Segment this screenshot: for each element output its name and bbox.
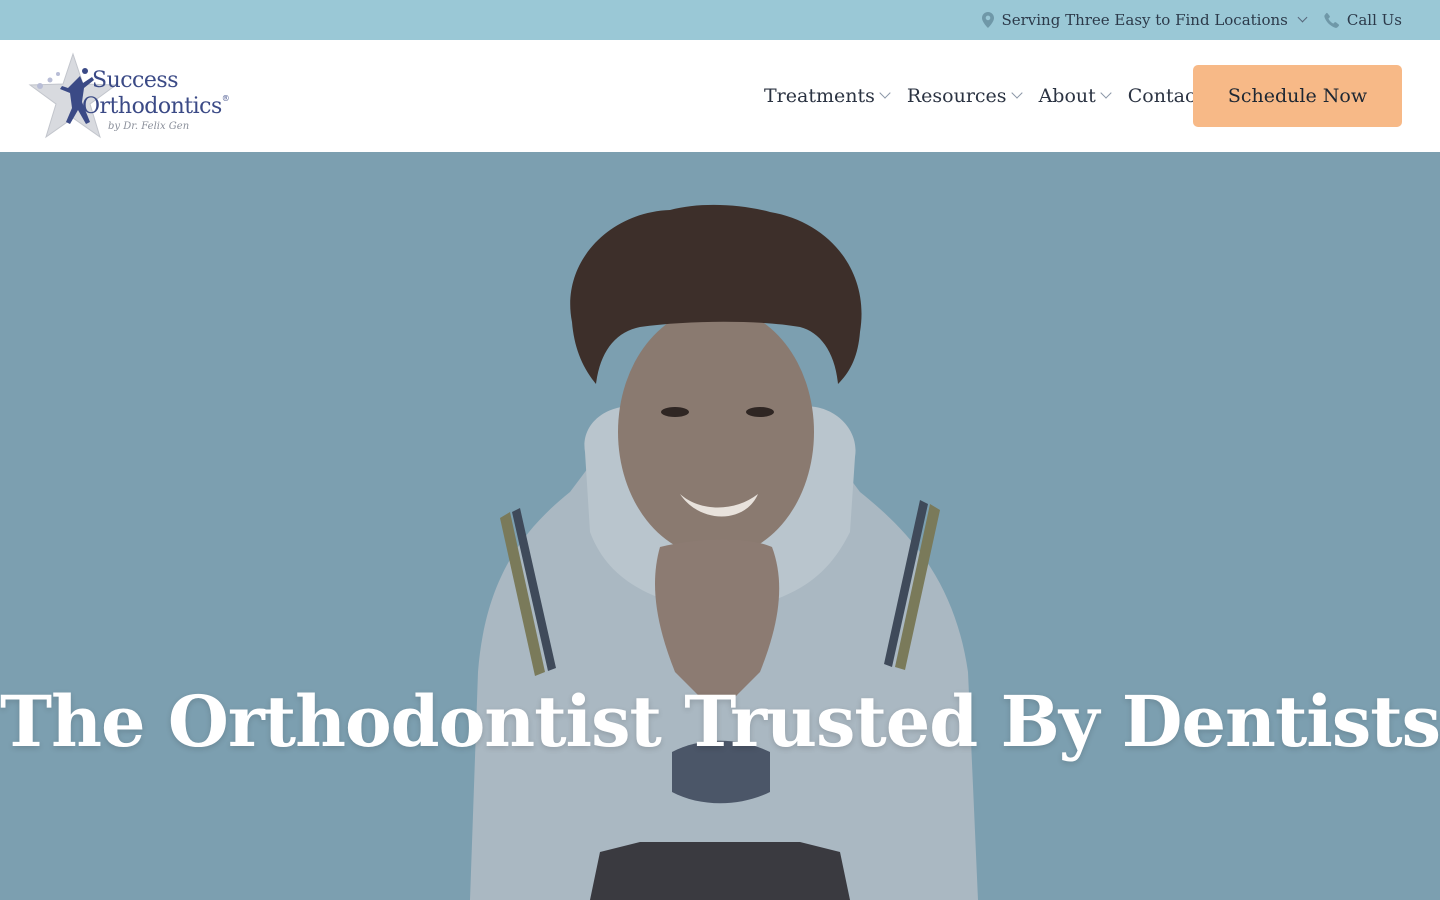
hero-title: The Orthodontist Trusted By Dentists [0,680,1440,763]
registered-mark: ® [221,94,230,103]
chevron-down-icon [1010,87,1023,99]
chevron-down-icon [1297,12,1308,23]
call-us-link[interactable]: Call Us [1324,11,1402,29]
nav-item-treatments[interactable]: Treatments [764,85,891,107]
main-nav: Treatments Resources About Contact [764,40,1203,152]
nav-item-contact[interactable]: Contact [1128,85,1203,107]
logo-text-orthodontics: Orthodontics® [82,94,230,119]
nav-item-about[interactable]: About [1038,85,1112,107]
nav-label: Resources [906,85,1007,107]
hero-section: The Orthodontist Trusted By Dentists [0,152,1440,900]
locations-dropdown[interactable]: Serving Three Easy to Find Locations [982,11,1308,29]
site-header: Success Orthodontics® by Dr. Felix Gen T… [0,40,1440,152]
chevron-down-icon [1100,87,1112,99]
logo-text-orthodontics-word: Orthodontics [82,94,222,119]
nav-item-resources[interactable]: Resources [906,85,1023,107]
nav-label: About [1038,85,1096,107]
logo-text-success: Success [92,68,178,93]
site-logo[interactable]: Success Orthodontics® by Dr. Felix Gen [28,52,230,142]
logo-byline: by Dr. Felix Gen [108,121,190,132]
call-us-label: Call Us [1346,11,1402,29]
top-utility-bar: Serving Three Easy to Find Locations Cal… [0,0,1440,40]
locations-label: Serving Three Easy to Find Locations [1001,11,1288,29]
hero-photo-teen-smiling [470,204,978,900]
schedule-now-button[interactable]: Schedule Now [1193,65,1402,127]
map-pin-icon [982,12,995,28]
chevron-down-icon [879,87,891,99]
nav-label: Treatments [764,85,875,107]
nav-label: Contact [1127,85,1204,107]
phone-icon [1324,12,1340,28]
